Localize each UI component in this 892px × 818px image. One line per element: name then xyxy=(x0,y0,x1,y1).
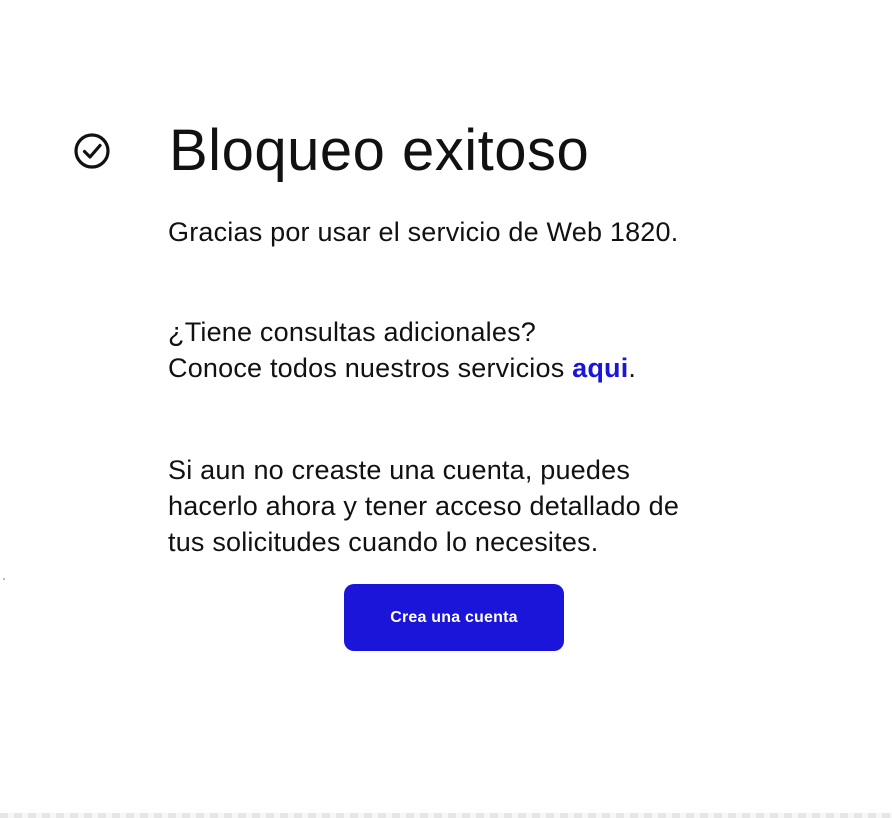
services-link[interactable]: aqui xyxy=(572,353,628,383)
account-line: hacerlo ahora y tener acceso detallado d… xyxy=(168,491,680,521)
consult-question: ¿Tiene consultas adicionales? xyxy=(168,317,537,347)
page-title: Bloqueo exitoso xyxy=(169,118,590,183)
services-suffix: . xyxy=(628,353,637,383)
account-line: Si aun no creaste una cuenta, puedes xyxy=(168,455,631,485)
bottom-divider xyxy=(0,813,892,818)
account-invitation: Si aun no creaste una cuenta, puedes hac… xyxy=(168,452,679,560)
thanks-message: Gracias por usar el servicio de Web 1820… xyxy=(168,217,679,247)
account-line: tus solicitudes cuando lo necesites. xyxy=(168,527,599,557)
create-account-button[interactable]: Crea una cuenta xyxy=(344,584,564,651)
services-line: Conoce todos nuestros servicios aqui. xyxy=(168,350,636,386)
stray-dot xyxy=(3,578,5,580)
check-circle-icon xyxy=(74,133,110,169)
services-prefix: Conoce todos nuestros servicios xyxy=(168,353,573,383)
consult-section: ¿Tiene consultas adicionales? Conoce tod… xyxy=(168,314,636,386)
